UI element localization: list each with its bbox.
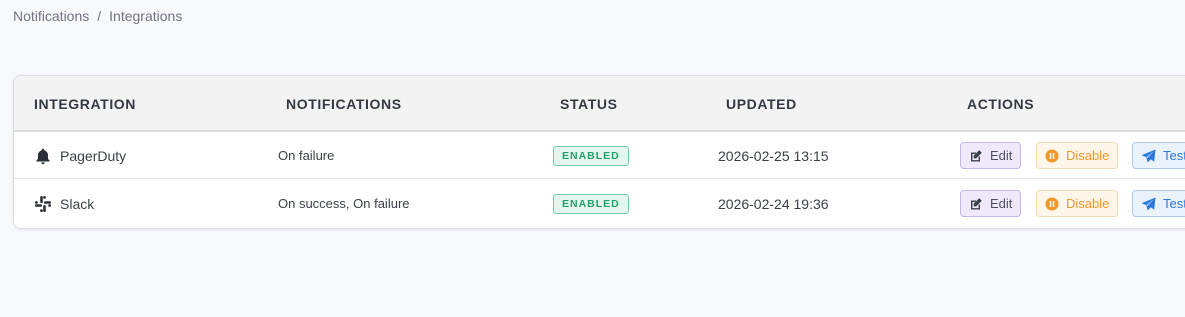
test-button[interactable]: Test: [1132, 142, 1185, 169]
integrations-table: INTEGRATION NOTIFICATIONS STATUS UPDATED…: [13, 75, 1185, 229]
pause-icon: [1045, 149, 1059, 162]
edit-button[interactable]: Edit: [960, 142, 1022, 169]
edit-label: Edit: [990, 148, 1013, 163]
slack-icon: [34, 195, 52, 213]
updated-value: 2026-02-24 19:36: [718, 195, 829, 212]
paper-plane-icon: [1141, 149, 1156, 162]
column-header-integration: INTEGRATION: [34, 96, 137, 112]
disable-label: Disable: [1066, 148, 1110, 163]
column-header-updated: UPDATED: [726, 96, 797, 112]
test-button[interactable]: Test: [1132, 190, 1185, 217]
test-label: Test: [1163, 196, 1185, 211]
integration-cell: PagerDuty: [34, 132, 126, 179]
column-header-actions: ACTIONS: [967, 96, 1035, 112]
notifications-value: On success, On failure: [278, 196, 410, 211]
status-badge: ENABLED: [553, 145, 629, 166]
disable-button[interactable]: Disable: [1036, 190, 1119, 217]
breadcrumb-separator: /: [97, 8, 102, 24]
table-row: Slack On success, On failure ENABLED 202…: [14, 180, 1185, 227]
integration-cell: Slack: [34, 180, 94, 227]
test-label: Test: [1163, 148, 1185, 163]
edit-label: Edit: [990, 196, 1013, 211]
updated-cell: 2026-02-24 19:36: [718, 180, 829, 227]
paper-plane-icon: [1141, 197, 1156, 210]
column-header-notifications: NOTIFICATIONS: [286, 96, 402, 112]
breadcrumb-item-integrations: Integrations: [109, 8, 183, 24]
notifications-cell: On failure: [278, 132, 334, 179]
breadcrumb: Notifications / Integrations: [13, 8, 182, 24]
integration-name: PagerDuty: [60, 147, 127, 164]
table-header: INTEGRATION NOTIFICATIONS STATUS UPDATED…: [14, 76, 1185, 132]
table-row: PagerDuty On failure ENABLED 2026-02-25 …: [14, 132, 1185, 179]
notifications-value: On failure: [278, 148, 335, 163]
disable-label: Disable: [1066, 196, 1110, 211]
edit-icon: [971, 149, 982, 161]
disable-button[interactable]: Disable: [1036, 142, 1119, 169]
column-header-status: STATUS: [560, 96, 618, 112]
notifications-cell: On success, On failure: [278, 180, 410, 227]
integration-name: Slack: [60, 195, 95, 212]
status-cell: ENABLED: [553, 180, 629, 227]
breadcrumb-item-notifications[interactable]: Notifications: [13, 8, 89, 24]
edit-button[interactable]: Edit: [960, 190, 1022, 217]
updated-value: 2026-02-25 13:15: [718, 147, 829, 164]
status-badge: ENABLED: [553, 193, 629, 214]
status-cell: ENABLED: [553, 132, 629, 179]
updated-cell: 2026-02-25 13:15: [718, 132, 829, 179]
edit-icon: [971, 197, 982, 209]
bell-icon: [34, 147, 52, 165]
pause-icon: [1045, 197, 1059, 210]
